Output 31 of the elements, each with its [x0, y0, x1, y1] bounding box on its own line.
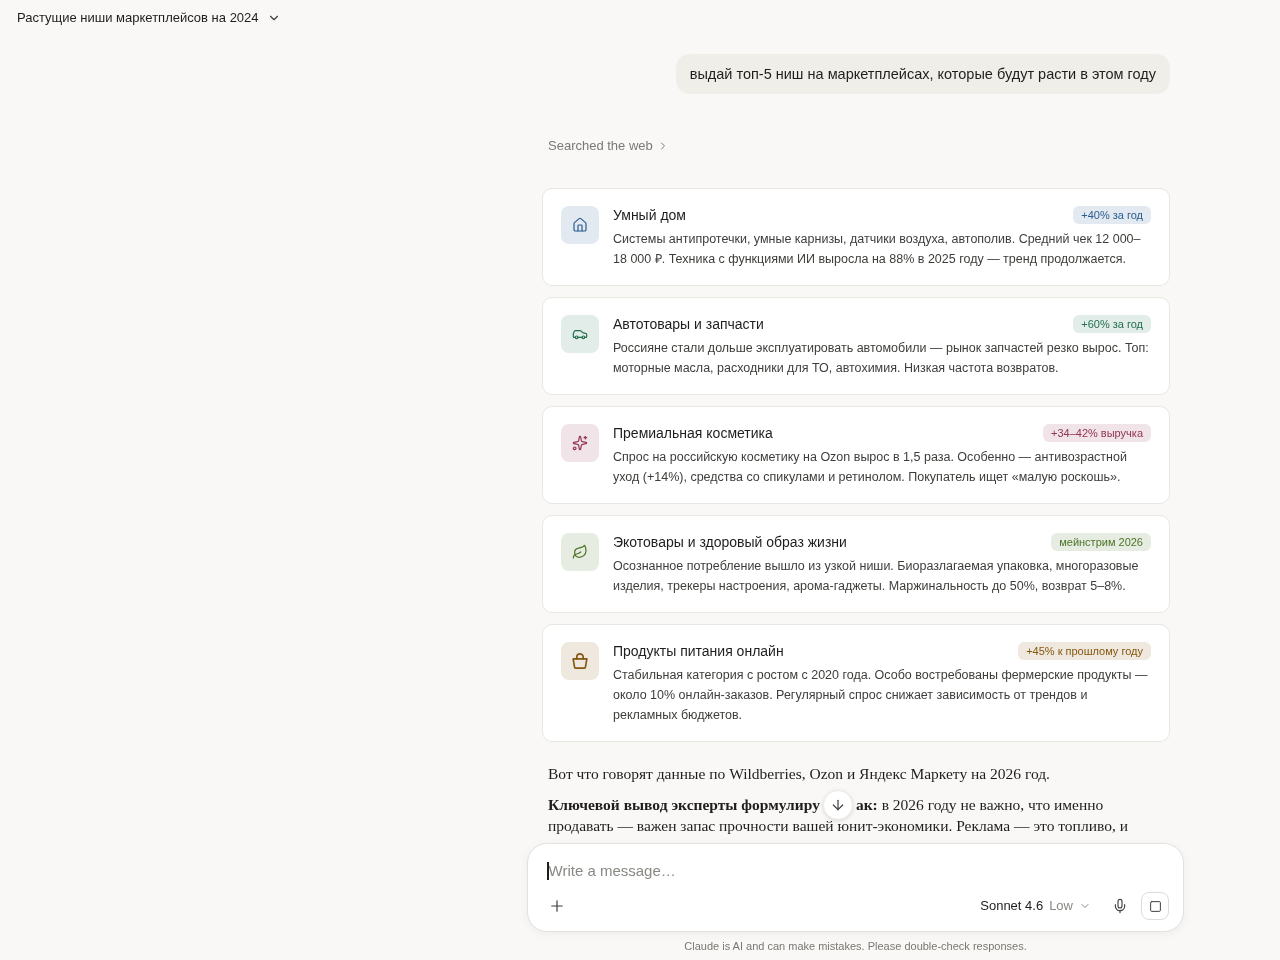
microphone-icon [1112, 898, 1128, 914]
stop-square-icon [1148, 899, 1162, 913]
growth-tag: мейнстрим 2026 [1051, 533, 1151, 551]
growth-tag: +34–42% выручка [1043, 424, 1151, 442]
niche-title: Продукты питания онлайн [613, 642, 784, 661]
growth-tag: +45% к прошлому году [1018, 642, 1151, 660]
niche-description: Стабильная категория с ростом с 2020 года. Особо востребованы фермерские продукты — около 10% онлайн-заказов. Регулярный спрос снижает зависимость от трендов и рекламных бюджетов. [613, 667, 1149, 724]
growth-tag: +60% за год [1073, 315, 1151, 333]
plus-icon [548, 897, 566, 915]
chat-title-button[interactable]: Растущие ниши маркетплейсов на 2024 [17, 8, 281, 28]
niche-title: Премиальная косметика [613, 424, 773, 443]
growth-tag: +40% за год [1073, 206, 1151, 224]
summary-text: ак: в 2026 году не важно, что именно [855, 795, 1104, 815]
niche-description: Россияне стали дольше эксплуатировать автомобили — рынок запчастей резко вырос. Топ: моторные масла, расходники для ТО, автохимия. Низкая частота возвратов. [613, 340, 1150, 377]
summary-text: продавать — важен запас прочности вашей юнит-экономики. Реклама — это топливо, и [548, 816, 1129, 836]
scroll-down-button[interactable] [822, 789, 853, 820]
disclaimer-text: Claude is AI and can make mistakes. Please double-check responses. [684, 939, 1027, 954]
text-cursor-icon [547, 862, 549, 880]
message-input[interactable]: Write a message… [548, 860, 1169, 882]
niche-description: Осознанное потребление вышло из узкой ниши. Биоразлагаемая упаковка, многоразовые изделия, трекеры настроения, арома-гаджеты. Маржинальность до 50%, возврат 5–8%. [613, 558, 1140, 595]
model-selector[interactable]: Sonnet 4.6 Low [978, 892, 1093, 920]
user-message-bubble: выдай топ-5 ниш на маркетплейсах, которые будут расти в этом году [675, 54, 1170, 94]
searched-web-toggle[interactable]: Searched the web [548, 136, 669, 156]
niche-description: Спрос на российскую косметику на Ozon вырос в 1,5 раза. Особенно — антивозрастной уход (+14%), средства со спикулами и ретинолом. Покупатель ищет «малую роскошь». [613, 449, 1128, 486]
stop-button[interactable] [1141, 892, 1169, 920]
niche-title: Экотовары и здоровый образ жизни [613, 533, 847, 552]
niche-description: Системы антипротечки, умные карнизы, датчики воздуха, автополив. Средний чек 12 000–18 000 ₽. Техника с функциями ИИ выросла на 88% в 2025 году — тренд продолжается. [613, 231, 1142, 268]
niche-title: Автотовары и запчасти [613, 315, 764, 334]
intro-paragraph: Вот что говорят данные по Wildberries, Ozon и Яндекс Маркету на 2026 год. [548, 764, 1051, 784]
niche-title: Умный дом [613, 206, 686, 225]
summary-text: Ключевой вывод эксперты формулиру [548, 795, 820, 815]
